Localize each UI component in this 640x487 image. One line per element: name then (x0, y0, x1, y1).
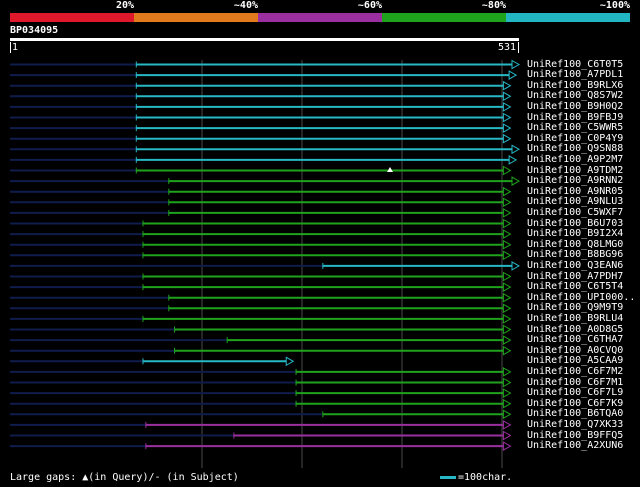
hit-label[interactable]: UniRef100_A7PDL1 (527, 69, 623, 80)
hit-label[interactable]: UniRef100_A0CVQ0 (527, 345, 623, 356)
hit-label[interactable]: UniRef100_C0P4Y9 (527, 133, 623, 144)
hit-arrow-icon (502, 218, 512, 229)
hit-arrow-icon (502, 102, 512, 112)
hit-label[interactable]: UniRef100_B9FBJ9 (527, 112, 623, 123)
hit-label[interactable]: UniRef100_C6T0T5 (527, 59, 623, 70)
hit-label[interactable]: UniRef100_B9RLX6 (527, 80, 623, 91)
scale-legend: =100char. (440, 472, 512, 484)
hit-arrow-icon (502, 398, 512, 409)
hit-arrow-icon (502, 282, 512, 292)
hit-label[interactable]: UniRef100_C6F7L9 (527, 387, 623, 398)
hit-arrow-icon (502, 377, 512, 388)
hit-arrow-icon (511, 144, 521, 155)
hit-label[interactable]: UniRef100_A5CAA9 (527, 355, 623, 366)
hit-arrow-icon (502, 197, 512, 208)
hit-arrow-icon (502, 292, 512, 303)
hit-arrow-icon (502, 91, 512, 102)
hit-label[interactable]: UniRef100_C6T5T4 (527, 281, 623, 292)
hit-arrow-icon (511, 261, 521, 271)
hit-arrow-icon (511, 59, 521, 70)
hit-label[interactable]: UniRef100_B9H0Q2 (527, 101, 623, 112)
hit-arrow-icon (502, 239, 512, 250)
scale-text: =100char. (458, 472, 513, 483)
hit-label[interactable]: UniRef100_C5WXF7 (527, 207, 623, 218)
hit-label[interactable]: UniRef100_Q8LMG0 (527, 239, 623, 250)
hit-arrow-icon (502, 367, 512, 377)
hit-arrow-icon (502, 112, 512, 123)
hit-arrow-icon (502, 430, 512, 441)
hit-label[interactable]: UniRef100_Q9SN88 (527, 143, 623, 154)
hit-arrow-icon (508, 155, 518, 165)
hit-label[interactable]: UniRef100_B8BG96 (527, 249, 623, 260)
hit-label[interactable]: UniRef100_C6F7K9 (527, 398, 623, 409)
hit-label[interactable]: UniRef100_A9RNN2 (527, 175, 623, 186)
hit-arrow-icon (502, 345, 512, 356)
hit-label[interactable]: UniRef100_B9FFQ5 (527, 430, 623, 441)
hit-arrow-icon (502, 133, 512, 144)
hit-arrow-icon (502, 324, 512, 335)
hit-label[interactable]: UniRef100_B9I2X4 (527, 228, 623, 239)
hit-arrow-icon (502, 229, 512, 239)
hit-label[interactable]: UniRef100_Q7XK33 (527, 419, 623, 430)
hit-arrow-icon (511, 176, 521, 186)
hit-arrow-icon (502, 303, 512, 314)
hit-label[interactable]: UniRef100_UPI000.. (527, 292, 635, 303)
scale-swatch (440, 475, 456, 479)
hit-arrow-icon (502, 186, 512, 197)
hit-arrow-icon (502, 208, 512, 218)
gaps-legend: Large gaps: ▲(in Query)/- (in Subject) (10, 472, 239, 483)
hit-arrow-icon (502, 409, 512, 420)
hit-label[interactable]: UniRef100_A2XUN6 (527, 440, 623, 451)
hit-arrow-icon (502, 165, 512, 176)
hit-arrow-icon (502, 250, 512, 261)
hit-label[interactable]: UniRef100_C6THA7 (527, 334, 623, 345)
hit-arrow-icon (502, 420, 512, 430)
hit-arrow-icon (502, 271, 512, 282)
hit-arrow-icon (508, 70, 518, 80)
hit-label[interactable]: UniRef100_Q3EAN6 (527, 260, 623, 271)
hit-label[interactable]: UniRef100_A9NLU3 (527, 196, 623, 207)
hit-arrow-icon (502, 314, 512, 324)
hit-arrow-icon (502, 123, 512, 133)
hit-arrow-icon (502, 335, 512, 345)
hit-label[interactable]: UniRef100_Q9M9T9 (527, 302, 623, 313)
hit-arrow-icon (285, 356, 295, 367)
hit-label[interactable]: UniRef100_C5WWR5 (527, 122, 623, 133)
hit-label[interactable]: UniRef100_B6U703 (527, 218, 623, 229)
hit-label[interactable]: UniRef100_B9RLU4 (527, 313, 623, 324)
hit-label[interactable]: UniRef100_A0D8G5 (527, 324, 623, 335)
hit-label[interactable]: UniRef100_Q8S7W2 (527, 90, 623, 101)
hit-label[interactable]: UniRef100_A9TDM2 (527, 165, 623, 176)
hit-label[interactable]: UniRef100_B6TQA0 (527, 408, 623, 419)
hit-arrow-icon (502, 80, 512, 91)
hit-label[interactable]: UniRef100_A9P2M7 (527, 154, 623, 165)
hit-label[interactable]: UniRef100_A7PDH7 (527, 271, 623, 282)
hit-arrow-icon (502, 441, 512, 451)
hit-label[interactable]: UniRef100_C6F7M2 (527, 366, 623, 377)
hit-arrow-icon (502, 388, 512, 398)
hit-label[interactable]: UniRef100_C6F7M1 (527, 377, 623, 388)
alignment-hits: UniRef100_C6T0T5 UniRef100_A7PDL1 UniRef10… (0, 0, 640, 487)
hit-label[interactable]: UniRef100_A9NR05 (527, 186, 623, 197)
